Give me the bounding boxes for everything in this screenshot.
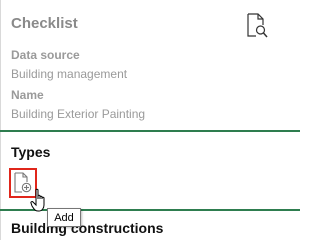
preview-document-button[interactable] [244, 12, 270, 40]
add-tooltip: Add [47, 208, 81, 227]
page-title: Checklist [11, 15, 78, 32]
document-search-icon [247, 13, 268, 38]
data-source-label: Data source [11, 48, 80, 62]
name-label: Name [11, 88, 44, 102]
name-value: Building Exterior Painting [11, 107, 146, 121]
hand-cursor-icon [30, 188, 45, 212]
section-divider [0, 130, 300, 132]
data-source-value: Building management [11, 67, 128, 81]
checklist-header: Checklist Data source Building managemen… [0, 0, 300, 130]
building-constructions-section-title: Building constructions [11, 220, 164, 236]
types-section-title: Types [11, 144, 51, 160]
